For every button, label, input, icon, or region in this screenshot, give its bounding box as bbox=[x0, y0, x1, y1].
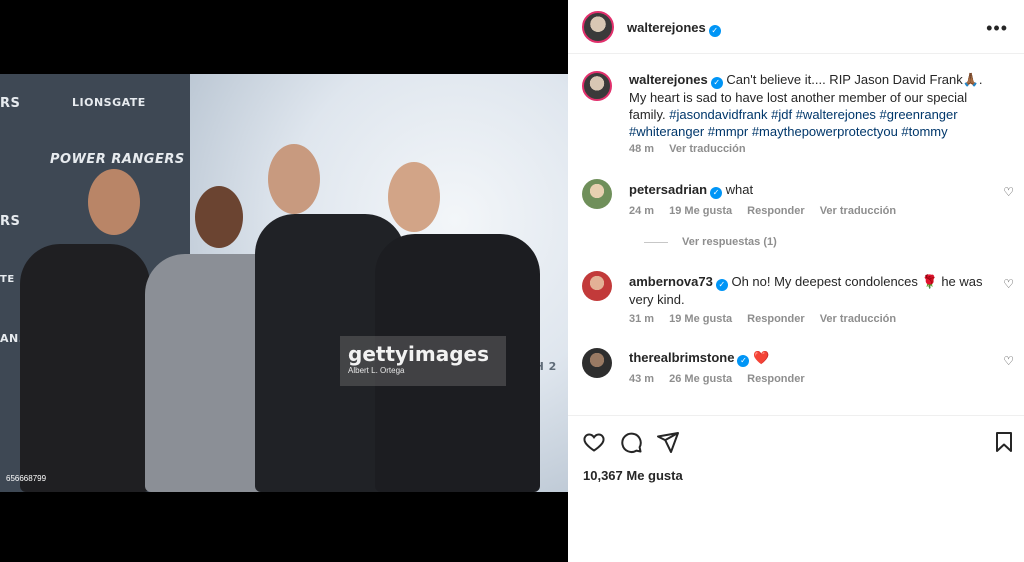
watermark-text: gettyimages bbox=[348, 342, 490, 366]
caption: walterejones ✓ Can't believe it.... RIP J… bbox=[582, 71, 1002, 161]
comment-username[interactable]: petersadrian bbox=[629, 182, 707, 197]
like-count[interactable]: 10,367 Me gusta bbox=[583, 468, 683, 483]
post-side-panel: walterejones ✓ ••• walterejones ✓ Can't be… bbox=[568, 0, 1024, 562]
author-username[interactable]: walterejones bbox=[627, 20, 706, 35]
more-options-icon[interactable]: ••• bbox=[986, 18, 1008, 39]
getty-watermark: gettyimages Albert L. Ortega bbox=[340, 336, 506, 386]
post-actions: 10,367 Me gusta bbox=[568, 415, 1024, 562]
caption-text: walterejones ✓ Can't believe it.... RIP J… bbox=[629, 71, 1001, 140]
commenter-avatar[interactable] bbox=[582, 271, 612, 301]
backdrop-text: TE bbox=[0, 274, 15, 285]
person-2-head bbox=[195, 186, 243, 248]
post-media: LIONSGATE POWER RANGERS RS RS TE AN. CH … bbox=[0, 0, 568, 562]
comment-time[interactable]: 43 m bbox=[629, 373, 654, 385]
comment-time[interactable]: 31 m bbox=[629, 313, 654, 325]
comment-likes[interactable]: 19 Me gusta bbox=[669, 313, 732, 325]
caption-meta: 48 m Ver traducción bbox=[629, 143, 758, 155]
comment-username[interactable]: therealbrimstone bbox=[629, 350, 734, 365]
person-4-head bbox=[388, 162, 440, 232]
view-replies-button[interactable]: Ver respuestas (1) bbox=[644, 236, 777, 248]
heart-icon[interactable]: ♡ bbox=[1003, 185, 1014, 199]
comment-meta: 31 m 19 Me gusta Responder Ver traducció… bbox=[629, 313, 908, 325]
person-3-head bbox=[268, 144, 320, 214]
heart-icon[interactable]: ♡ bbox=[1003, 354, 1014, 368]
image-id: 656668799 bbox=[6, 474, 47, 483]
comment-body: ❤️ bbox=[753, 350, 770, 365]
author-row: walterejones ✓ bbox=[627, 19, 721, 37]
brand-lionsgate: LIONSGATE bbox=[72, 96, 146, 109]
person-1 bbox=[20, 244, 150, 492]
view-replies-label: Ver respuestas (1) bbox=[682, 236, 777, 248]
comments-list: walterejones ✓ Can't believe it.... RIP J… bbox=[568, 55, 1024, 415]
person-1-head bbox=[88, 169, 140, 235]
comment-text: therealbrimstone ✓ ❤️ bbox=[629, 349, 1001, 367]
translate-button[interactable]: Ver traducción bbox=[820, 313, 896, 325]
comment-meta: 24 m 19 Me gusta Responder Ver traducció… bbox=[629, 205, 908, 217]
commenter-avatar[interactable] bbox=[582, 179, 612, 209]
caption-time[interactable]: 48 m bbox=[629, 143, 654, 155]
reply-button[interactable]: Responder bbox=[747, 373, 804, 385]
caption-username[interactable]: walterejones bbox=[629, 72, 708, 87]
translate-button[interactable]: Ver traducción bbox=[820, 205, 896, 217]
reply-button[interactable]: Responder bbox=[747, 205, 804, 217]
heart-icon[interactable]: ♡ bbox=[1003, 277, 1014, 291]
verified-icon: ✓ bbox=[710, 187, 723, 199]
brand-title: POWER RANGERS bbox=[50, 152, 185, 167]
save-bookmark-icon[interactable] bbox=[992, 430, 1016, 454]
comment-username[interactable]: ambernova73 bbox=[629, 274, 713, 289]
watermark-credit: Albert L. Ortega bbox=[348, 366, 405, 375]
verified-icon: ✓ bbox=[715, 279, 728, 291]
comment-time[interactable]: 24 m bbox=[629, 205, 654, 217]
commenter-avatar[interactable] bbox=[582, 348, 612, 378]
backdrop-text: RS bbox=[0, 96, 21, 111]
comment: petersadrian ✓ what ♡ 24 m 19 Me gusta Re… bbox=[582, 179, 1014, 269]
post-header: walterejones ✓ ••• bbox=[568, 0, 1024, 54]
post-photo[interactable]: LIONSGATE POWER RANGERS RS RS TE AN. CH … bbox=[0, 74, 568, 492]
comment-text: petersadrian ✓ what bbox=[629, 181, 1001, 199]
caption-hashtags[interactable]: #jasondavidfrank #jdf #walterejones #gre… bbox=[629, 107, 958, 139]
replies-divider bbox=[644, 241, 668, 243]
comment-text: ambernova73 ✓ Oh no! My deepest condolenc… bbox=[629, 273, 1001, 308]
like-heart-icon[interactable] bbox=[582, 430, 606, 454]
verified-icon: ✓ bbox=[708, 25, 721, 37]
verified-icon: ✓ bbox=[737, 355, 750, 367]
reply-button[interactable]: Responder bbox=[747, 313, 804, 325]
author-avatar[interactable] bbox=[582, 11, 614, 43]
comment-body: what bbox=[725, 182, 754, 197]
comment: ambernova73 ✓ Oh no! My deepest condolenc… bbox=[582, 271, 1014, 331]
comment-likes[interactable]: 19 Me gusta bbox=[669, 205, 732, 217]
backdrop-text: RS bbox=[0, 214, 21, 229]
caption-translate[interactable]: Ver traducción bbox=[669, 143, 745, 155]
comment-bubble-icon[interactable] bbox=[619, 430, 643, 454]
verified-icon: ✓ bbox=[710, 77, 723, 89]
comment-likes[interactable]: 26 Me gusta bbox=[669, 373, 732, 385]
comment-meta: 43 m 26 Me gusta Responder bbox=[629, 373, 817, 385]
comment: therealbrimstone ✓ ❤️ ♡ 43 m 26 Me gusta … bbox=[582, 348, 1014, 398]
post-viewer: LIONSGATE POWER RANGERS RS RS TE AN. CH … bbox=[0, 0, 1024, 562]
share-send-icon[interactable] bbox=[656, 430, 680, 454]
caption-avatar[interactable] bbox=[582, 71, 612, 101]
